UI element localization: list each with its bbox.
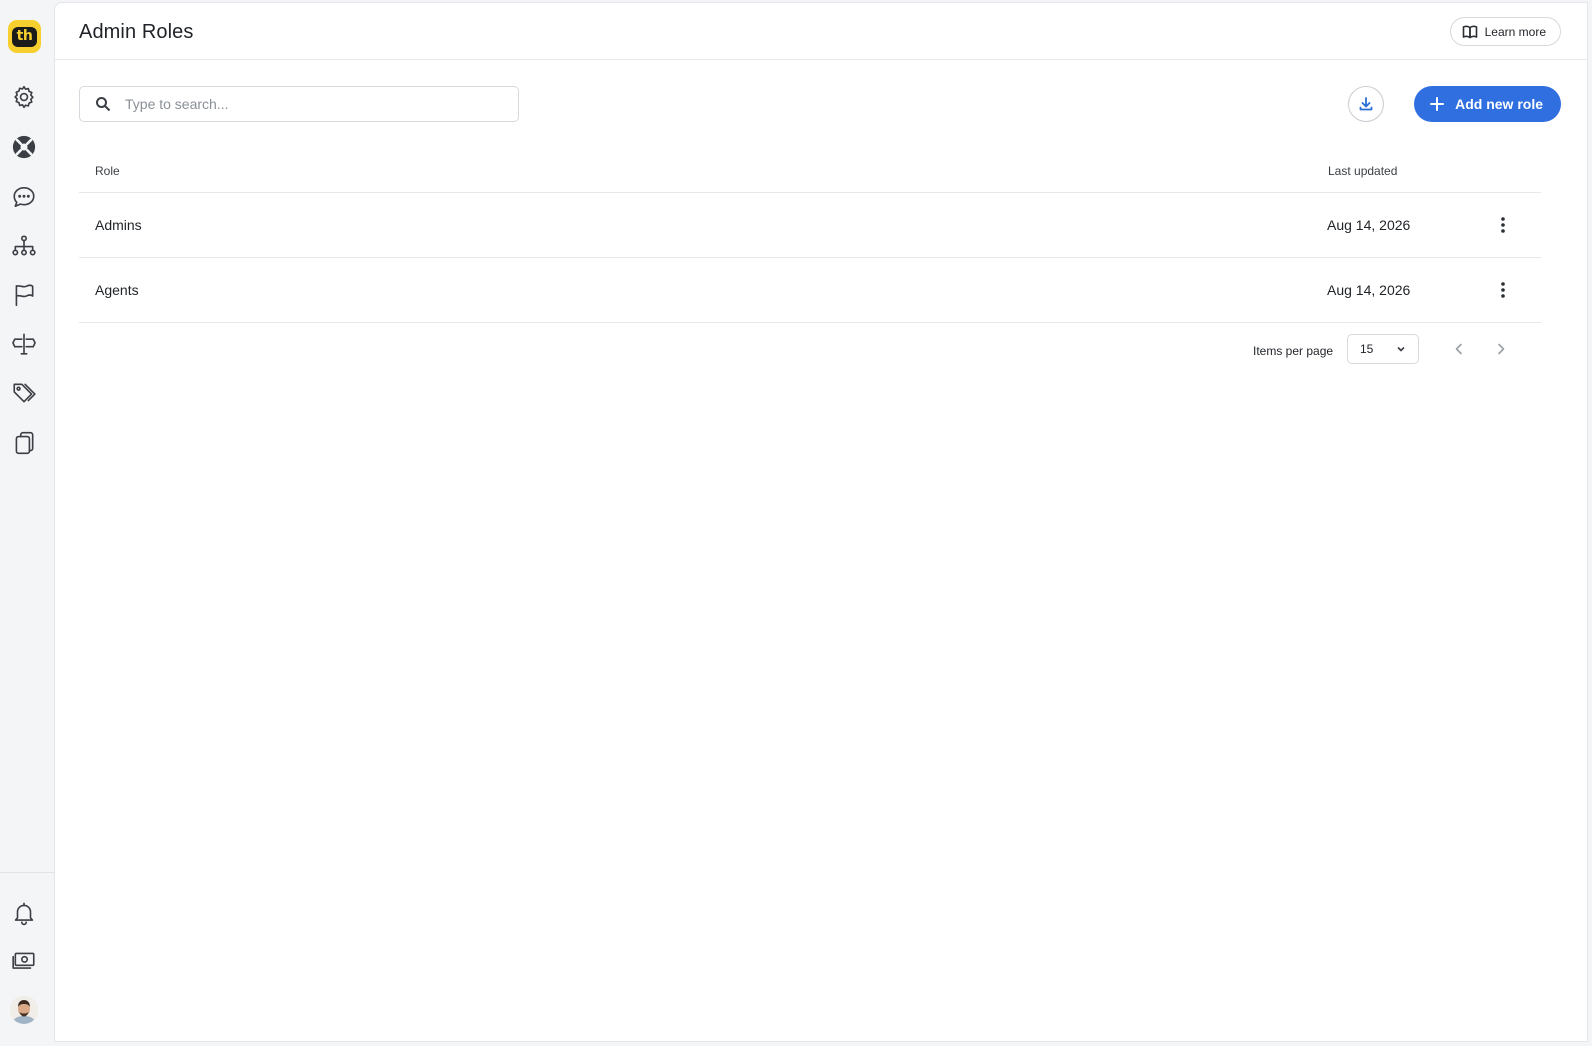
search-input[interactable]: [125, 96, 485, 112]
chevron-left-icon: [1455, 343, 1462, 355]
role-name[interactable]: Admins: [95, 217, 142, 233]
sidebar: th: [0, 0, 54, 1046]
sidebar-item-settings[interactable]: [10, 83, 38, 111]
lifebuoy-icon: [12, 135, 36, 159]
brand-logo[interactable]: th: [8, 20, 41, 53]
sidebar-divider: [0, 872, 54, 873]
chevron-down-icon: [1397, 346, 1405, 352]
flag-icon: [15, 284, 34, 307]
book-icon: [1462, 25, 1477, 38]
learn-more-button[interactable]: Learn more: [1449, 17, 1561, 46]
chevron-right-icon: [1498, 343, 1505, 355]
items-per-page-label: Items per page: [1253, 344, 1334, 358]
download-icon: [1359, 97, 1373, 111]
items-per-page-value: 15: [1360, 342, 1374, 356]
search-icon: [96, 97, 111, 112]
sidebar-item-chat[interactable]: [10, 183, 38, 211]
pagination: Items per page 15: [79, 333, 1541, 364]
last-updated-date: Aug 14, 2026: [1327, 217, 1411, 233]
more-vertical-icon: [1501, 217, 1505, 233]
table-row[interactable]: Agents Aug 14, 2026: [79, 258, 1541, 323]
page-title: Admin Roles: [79, 21, 194, 43]
roles-table: Role Last updated Admins Aug 14, 2026 Ag…: [79, 153, 1541, 323]
sidebar-item-help[interactable]: [10, 133, 38, 161]
sidebar-item-billing[interactable]: [10, 947, 38, 975]
signpost-icon: [12, 333, 36, 355]
add-new-role-button[interactable]: Add new role: [1414, 86, 1561, 122]
sidebar-item-flags[interactable]: [10, 281, 38, 309]
money-icon: [12, 952, 35, 969]
chat-bubble-icon: [13, 186, 35, 208]
download-button[interactable]: [1348, 86, 1384, 122]
gear-icon: [14, 85, 34, 109]
table-header: Role Last updated: [79, 153, 1541, 193]
sidebar-item-notifications[interactable]: [10, 899, 38, 927]
row-actions-button[interactable]: [1489, 210, 1517, 240]
items-per-page-select[interactable]: 15: [1347, 334, 1419, 364]
more-vertical-icon: [1501, 282, 1505, 298]
brand-logo-text: th: [12, 26, 37, 47]
search-box[interactable]: [79, 86, 519, 122]
org-chart-icon: [12, 235, 36, 256]
sidebar-item-pages[interactable]: [10, 429, 38, 457]
sidebar-item-tags[interactable]: [10, 379, 38, 407]
column-header-role[interactable]: Role: [95, 164, 120, 178]
add-new-role-label: Add new role: [1455, 96, 1543, 112]
pages-icon: [15, 431, 34, 455]
learn-more-label: Learn more: [1484, 24, 1546, 39]
page-header: Admin Roles Learn more: [55, 3, 1587, 60]
sidebar-item-signpost[interactable]: [10, 330, 38, 358]
table-row[interactable]: Admins Aug 14, 2026: [79, 193, 1541, 258]
next-page-button[interactable]: [1489, 337, 1513, 361]
bell-icon: [14, 902, 34, 926]
sidebar-item-hierarchy[interactable]: [10, 232, 38, 260]
avatar[interactable]: [10, 996, 38, 1024]
row-actions-button[interactable]: [1489, 275, 1517, 305]
previous-page-button[interactable]: [1447, 337, 1471, 361]
tags-icon: [13, 383, 36, 403]
column-header-last-updated[interactable]: Last updated: [1328, 164, 1397, 178]
role-name[interactable]: Agents: [95, 282, 139, 298]
plus-icon: [1430, 97, 1445, 111]
main-panel: Admin Roles Learn more Type to search...…: [54, 2, 1588, 1042]
user-portrait-icon: [10, 996, 38, 1024]
app-root: th Admin Roles Learn more Type to search…: [0, 0, 1592, 1046]
last-updated-date: Aug 14, 2026: [1327, 282, 1411, 298]
